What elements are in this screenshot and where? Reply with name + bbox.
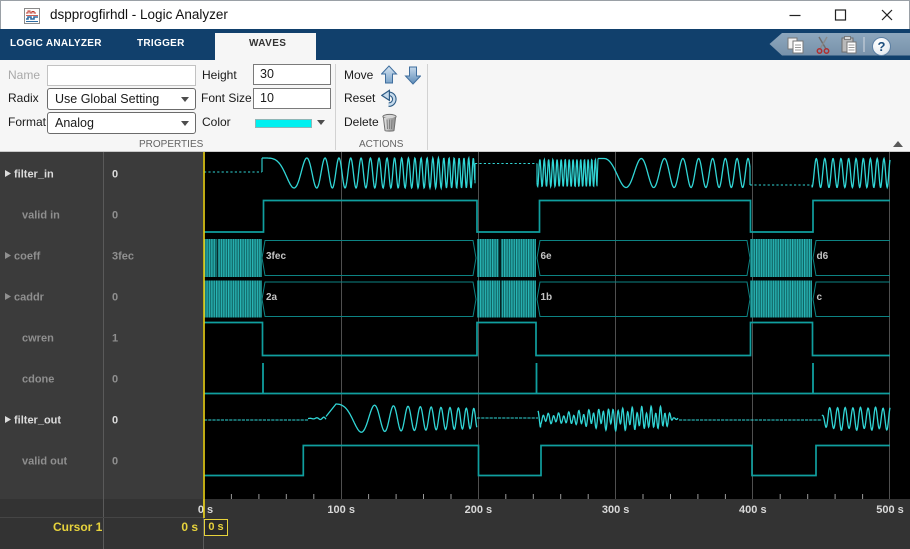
svg-text:coeff: coeff: [14, 251, 41, 263]
svg-text:3fec: 3fec: [112, 251, 134, 263]
svg-text:100 s: 100 s: [327, 504, 355, 516]
svg-text:valid out: valid out: [22, 456, 68, 468]
svg-text:0: 0: [112, 415, 118, 427]
svg-text:d6: d6: [817, 251, 829, 262]
svg-text:500 s: 500 s: [876, 504, 904, 516]
svg-text:0: 0: [112, 210, 118, 222]
svg-text:caddr: caddr: [14, 292, 45, 304]
svg-text:400 s: 400 s: [739, 504, 767, 516]
svg-text:filter_out: filter_out: [14, 415, 61, 427]
svg-text:0: 0: [112, 456, 118, 468]
svg-text:2a: 2a: [266, 292, 278, 303]
svg-text:1b: 1b: [541, 292, 553, 303]
svg-text:0: 0: [112, 374, 118, 386]
svg-text:6e: 6e: [541, 251, 553, 262]
svg-text:0: 0: [112, 292, 118, 304]
svg-text:1: 1: [112, 333, 118, 345]
svg-text:300 s: 300 s: [602, 504, 630, 516]
svg-text:cwren: cwren: [22, 333, 54, 345]
svg-text:valid in: valid in: [22, 210, 60, 222]
svg-text:filter_in: filter_in: [14, 169, 54, 181]
svg-text:c: c: [817, 292, 823, 303]
svg-text:3fec: 3fec: [266, 251, 286, 262]
svg-text:0: 0: [112, 169, 118, 181]
svg-text:cdone: cdone: [22, 374, 54, 386]
svg-text:200 s: 200 s: [465, 504, 493, 516]
svg-text:0 s: 0 s: [198, 504, 213, 516]
